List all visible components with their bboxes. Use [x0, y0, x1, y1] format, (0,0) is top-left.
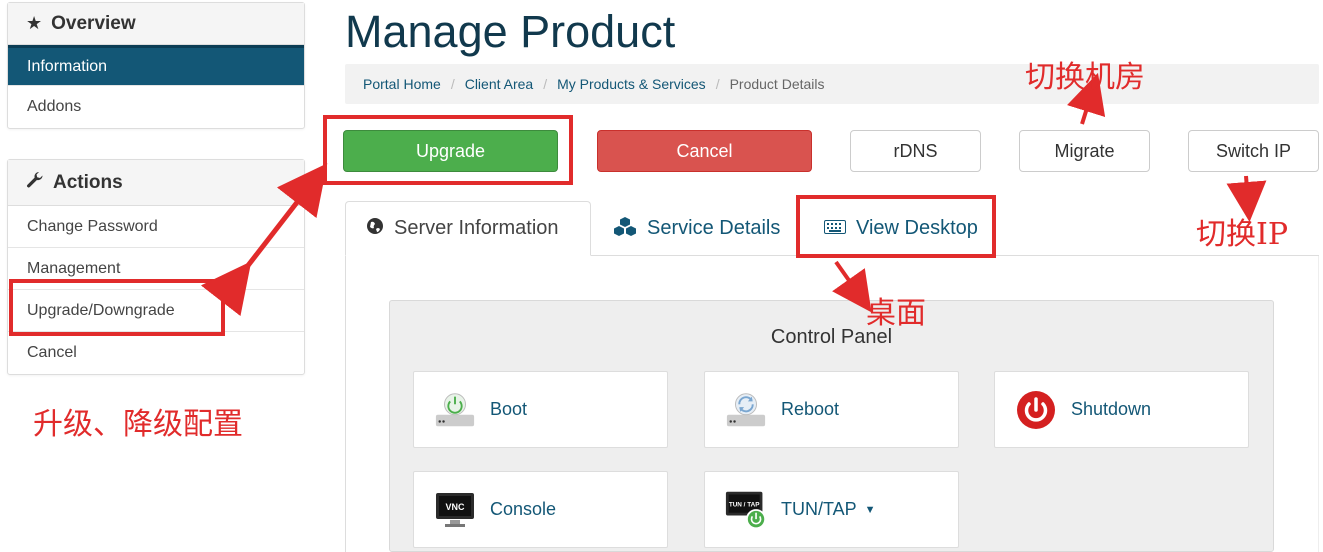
annotation-switch-ip: 切换IP: [1196, 217, 1289, 252]
annotation-desktop: 桌面: [866, 296, 926, 331]
desktop-arrow: [832, 260, 872, 313]
globe-icon: [366, 217, 384, 241]
switch-ip-arrow: [1226, 175, 1267, 222]
double-arrow: [200, 163, 328, 317]
migrate-arrow: [1066, 72, 1106, 125]
tab-label: Server Information: [394, 217, 559, 239]
annotation-upgrade-downgrade: 升级、降级配置: [33, 407, 243, 442]
tab-server-information[interactable]: Server Information: [345, 201, 591, 256]
annotation-migrate: 切换机房: [1025, 60, 1145, 95]
